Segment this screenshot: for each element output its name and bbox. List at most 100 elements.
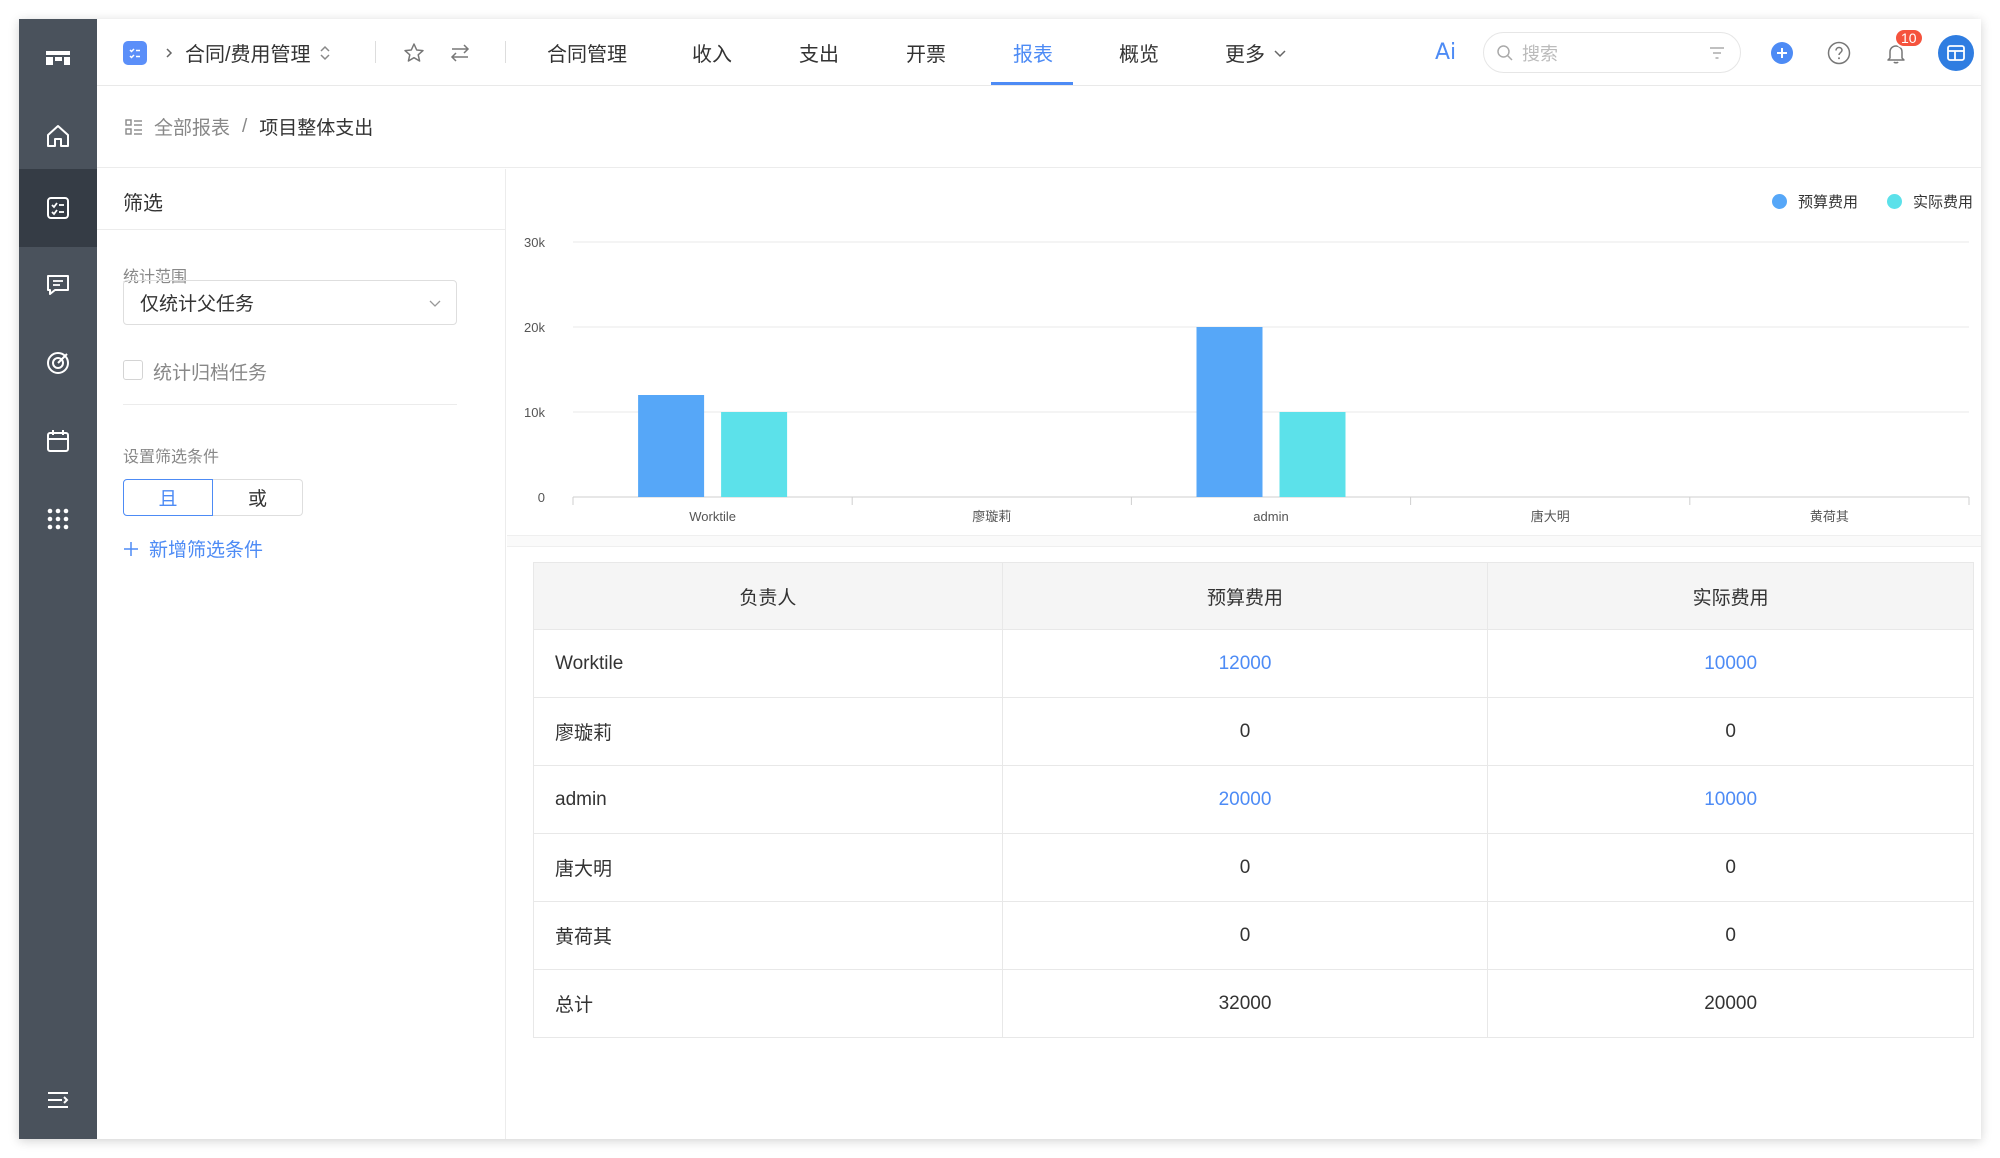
and-toggle[interactable]: 且: [123, 479, 213, 516]
legend-item-budget[interactable]: 预算费用: [1772, 191, 1858, 212]
chevron-down-icon: [1274, 49, 1286, 57]
search-placeholder: 搜索: [1522, 43, 1558, 64]
scope-select[interactable]: 仅统计父任务: [123, 280, 457, 325]
swap-icon: [450, 43, 470, 62]
legend-dot: [1772, 194, 1787, 209]
cell-actual[interactable]: 10000: [1487, 765, 1974, 834]
archived-checkbox[interactable]: [123, 360, 143, 380]
section-divider: [507, 535, 1981, 547]
or-toggle[interactable]: 或: [213, 479, 303, 516]
y-tick-label: 30k: [524, 235, 545, 250]
cell-owner: admin: [533, 765, 1003, 834]
calendar-icon: [47, 430, 69, 452]
apps-grid-icon: [47, 508, 69, 530]
rail-apps-button[interactable]: [19, 480, 97, 558]
table-row: admin 20000 10000: [533, 765, 1974, 834]
y-tick-label: 0: [538, 490, 545, 505]
scope-select-value: 仅统计父任务: [140, 294, 255, 315]
checklist-icon: [129, 47, 140, 59]
archived-label: 统计归档任务: [153, 363, 268, 384]
x-tick-label: 廖璇莉: [972, 509, 1011, 524]
table-row: 唐大明 0 0: [533, 833, 1974, 902]
nav-more[interactable]: 更多: [1225, 19, 1287, 86]
nav-invoice[interactable]: 开票: [906, 19, 946, 86]
favorite-button[interactable]: [403, 19, 425, 86]
bar-chart: 0 10k 20k 30k Worktile 廖璇莉 admin 唐大明 黄荷其: [524, 235, 1970, 524]
cell-actual: 0: [1487, 901, 1974, 970]
report-table: 负责人 预算费用 实际费用 Worktile 12000 10000 廖璇莉 0 0 adm…: [533, 562, 1974, 1038]
chevron-right-icon: [166, 47, 173, 58]
cell-owner: 廖璇莉: [533, 697, 1003, 766]
user-avatar[interactable]: [1938, 19, 1974, 86]
rail-goals-button[interactable]: [19, 324, 97, 402]
breadcrumb-separator: /: [242, 115, 248, 137]
plus-circle-icon: [1771, 41, 1793, 64]
divider: [375, 41, 376, 63]
legend-dot: [1887, 194, 1902, 209]
cell-owner: 总计: [533, 969, 1003, 1038]
table-row: 黄荷其 0 0: [533, 901, 1974, 970]
avatar-logo-icon: [1947, 44, 1965, 61]
table-header-row: 负责人 预算费用 实际费用: [533, 562, 1974, 630]
column-header-owner: 负责人: [533, 562, 1003, 630]
x-tick-label: 唐大明: [1531, 509, 1570, 524]
rail-calendar-button[interactable]: [19, 402, 97, 480]
search-input[interactable]: 搜索: [1483, 32, 1741, 73]
x-tick-label: admin: [1253, 509, 1288, 524]
help-button[interactable]: [1827, 19, 1851, 86]
legend-item-actual[interactable]: 实际费用: [1887, 191, 1973, 212]
y-tick-label: 20k: [524, 320, 545, 335]
filter-panel: 筛选 统计范围 仅统计父任务 统计归档任务 设置筛选条件 且 或 新增筛选条件: [97, 169, 506, 1139]
rail-home-button[interactable]: [19, 97, 97, 175]
workspace-logo-icon[interactable]: [19, 19, 97, 97]
report-list-icon: [125, 118, 142, 135]
cell-budget: 0: [1001, 833, 1489, 902]
logo-icon: [46, 51, 70, 65]
cell-budget: 0: [1001, 901, 1489, 970]
cell-budget[interactable]: 20000: [1001, 765, 1489, 834]
home-icon: [47, 125, 69, 147]
left-rail: [19, 19, 97, 1139]
nav-income[interactable]: 收入: [692, 19, 732, 86]
y-tick-label: 10k: [524, 405, 545, 420]
nav-reports[interactable]: 报表: [1013, 19, 1053, 86]
app-window: 合同/费用管理 合同管理 收入 支出 开票 报表 概览 更多 Ai 搜索 10 …: [19, 19, 1981, 1139]
app-icon: [123, 40, 147, 65]
nav-contracts[interactable]: 合同管理: [547, 19, 627, 86]
chart-area: 0 10k 20k 30k Worktile 廖璇莉 admin 唐大明 黄荷其 预算费用 实际…: [507, 169, 1981, 534]
nav-overview[interactable]: 概览: [1119, 19, 1159, 86]
app-switcher[interactable]: 合同/费用管理: [123, 19, 331, 86]
column-header-budget: 预算费用: [1001, 562, 1489, 630]
table-total-row: 总计 32000 20000: [533, 969, 1974, 1038]
add-button[interactable]: [1770, 19, 1794, 86]
cell-budget: 32000: [1001, 969, 1489, 1038]
breadcrumb-root-link[interactable]: 全部报表: [154, 113, 230, 140]
divider: [97, 229, 506, 230]
cell-owner: 黄荷其: [533, 901, 1003, 970]
x-tick-label: 黄荷其: [1810, 509, 1849, 524]
add-condition-button[interactable]: 新增筛选条件: [123, 535, 263, 562]
divider: [123, 404, 457, 405]
x-tick-label: Worktile: [689, 509, 736, 524]
breadcrumb-current: 项目整体支出: [259, 118, 374, 139]
notification-badge: 10: [1894, 28, 1924, 48]
settings-button[interactable]: [449, 19, 471, 86]
breadcrumb: 全部报表 / 项目整体支出: [97, 86, 1981, 168]
cell-actual[interactable]: 10000: [1487, 629, 1974, 698]
chevron-down-icon: [429, 300, 441, 307]
cell-owner: Worktile: [533, 629, 1003, 698]
bar-actual: [721, 412, 788, 497]
cell-owner: 唐大明: [533, 833, 1003, 902]
bar-actual: [1279, 412, 1346, 497]
rail-expand-button[interactable]: [19, 1061, 97, 1139]
ai-button[interactable]: Ai: [1435, 19, 1456, 86]
rail-messages-button[interactable]: [19, 246, 97, 324]
rail-tasks-button[interactable]: [19, 169, 97, 247]
cell-budget[interactable]: 12000: [1001, 629, 1489, 698]
column-header-actual: 实际费用: [1487, 562, 1974, 630]
nav-expense[interactable]: 支出: [799, 19, 839, 86]
top-bar: 合同/费用管理 合同管理 收入 支出 开票 报表 概览 更多 Ai 搜索 10: [97, 19, 1981, 86]
cell-actual: 20000: [1487, 969, 1974, 1038]
filter-icon[interactable]: [1708, 44, 1726, 62]
cell-budget: 0: [1001, 697, 1489, 766]
